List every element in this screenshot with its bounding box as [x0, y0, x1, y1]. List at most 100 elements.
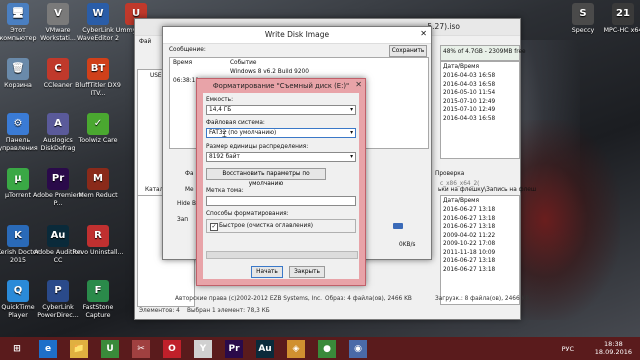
volume-input[interactable] [206, 196, 356, 206]
format-dialog[interactable]: Форматирование "Съемный диск (E:)" ✕ Емк… [196, 78, 366, 286]
desktop-icon[interactable]: ✓ Toolwiz Care [72, 113, 124, 145]
list-item-date[interactable]: 2016-04-03 16:58 [443, 82, 495, 88]
list-item-date[interactable]: 2016-06-27 13:18 [443, 216, 495, 222]
desktop-icon[interactable]: F FastStone Capture [72, 280, 124, 319]
capacity-text: 48% of 4.7GB - 2309MB free [443, 49, 526, 55]
desktop-icon[interactable]: R Revo Uninstall... [72, 225, 124, 257]
capacity-select[interactable]: 14,4 ГБ ▾ [206, 105, 356, 115]
list-item-date[interactable]: 2016-06-27 13:18 [443, 267, 495, 273]
taskbar-ie-icon[interactable]: e [39, 340, 57, 358]
desktop-icon[interactable]: M Mem Reduct [72, 168, 124, 200]
format-title: Форматирование "Съемный диск (E:)" [212, 82, 350, 90]
list-item-date[interactable]: 2016-06-27 13:18 [443, 207, 495, 213]
list-item-date[interactable]: 2016-06-27 13:18 [443, 258, 495, 264]
fs-value: FAT32 (по умолчанию) [209, 130, 277, 136]
wdi-titlebar[interactable]: Write Disk Image ✕ [163, 27, 431, 44]
me-label: Ме [185, 187, 194, 193]
list-item-date[interactable]: 2016-04-03 16:58 [443, 116, 495, 122]
clock[interactable]: 18:38 18.09.2016 [595, 340, 632, 356]
options-label: Способы форматирования: [206, 211, 289, 217]
iso-file-list[interactable]: Дата/Время 2016-04-03 16:58 2016-04-03 16… [440, 61, 520, 159]
list-item-date[interactable]: 2009-10-22 17:08 [443, 241, 495, 247]
chevron-down-icon: ▾ [350, 154, 353, 160]
desktop-icon[interactable]: 21 MPC-HC x64 [597, 3, 640, 35]
app-icon: Pr [47, 168, 69, 190]
chevron-down-icon: ▾ [350, 107, 353, 113]
local-path[interactable]: ьки на флешку\Запись на флеш [438, 187, 536, 193]
desktop-icon-label: Mem Reduct [78, 192, 118, 199]
quick-format-label[interactable]: Быстрое (очистка оглавления) [219, 223, 313, 229]
iso-list-header[interactable]: Дата/Время [443, 64, 479, 70]
tree-item-use[interactable]: USE [150, 73, 162, 79]
list-item-date[interactable]: 2015-07-10 12:49 [443, 107, 495, 113]
status-image: Образ: 4 файла(ов), 2466 KB [325, 296, 412, 302]
start-button[interactable]: Начать [251, 266, 283, 278]
col-time: Время [173, 60, 193, 66]
taskbar-tools-icon[interactable]: ✂ [132, 340, 150, 358]
speed-value: 0KB/s [399, 242, 416, 248]
list-item-date[interactable]: 2016-04-03 16:58 [443, 73, 495, 79]
local-list-header[interactable]: Дата/Время [443, 198, 479, 204]
fs-label: Файловая система: [206, 120, 265, 126]
app-icon: F [87, 280, 109, 302]
taskbar: ⊞ e 📁 U ✂ O Y Pr Au ◈ ● ◉ РУС 18:38 18.09.2016 [0, 337, 640, 360]
format-progress [206, 251, 358, 259]
taskbar-explorer-icon[interactable]: 📁 [70, 340, 88, 358]
app-icon: µ [7, 168, 29, 190]
format-body: Емкость: 14,4 ГБ ▾ Файловая система: FAT… [203, 93, 359, 279]
desktop-icon-label: Revo Uninstall... [72, 249, 124, 256]
format-titlebar[interactable]: Форматирование "Съемный диск (E:)" ✕ [197, 79, 365, 93]
local-file-list[interactable]: Дата/Время 2016-06-27 13:18 2016-06-27 13… [440, 195, 520, 305]
taskbar-yandex-icon[interactable]: Y [194, 340, 212, 358]
app-icon: Au [47, 225, 69, 247]
clock-time: 18:38 [604, 340, 623, 348]
cluster-select[interactable]: 8192 байт ▾ [206, 152, 356, 162]
taskbar-chrome-icon[interactable]: ● [318, 340, 336, 358]
taskbar-premiere-icon[interactable]: Pr [225, 340, 243, 358]
capacity-label: Емкость: [206, 97, 234, 103]
app-icon: A [47, 113, 69, 135]
capacity-value: 14,4 ГБ [209, 107, 232, 113]
taskbar-opera-icon[interactable]: O [163, 340, 181, 358]
drive-icon [393, 223, 403, 229]
close-button[interactable]: Закрыть [289, 266, 325, 278]
taskbar-media-icon[interactable]: ◈ [287, 340, 305, 358]
app-icon: V [47, 3, 69, 25]
cluster-value: 8192 байт [209, 154, 240, 160]
message-label: Сообщение: [169, 47, 206, 53]
app-icon: S [572, 3, 594, 25]
wdi-title: Write Disk Image [264, 30, 330, 39]
status-selected: Выбран 1 элемент: 78,3 КБ [187, 308, 270, 314]
format-close-icon[interactable]: ✕ [355, 80, 362, 89]
list-item-date[interactable]: 2011-11-18 10:09 [443, 250, 495, 256]
desktop-icon[interactable]: BT BluffTitler DX9 ITV... [72, 58, 124, 97]
explorer-menu[interactable]: Фай [139, 39, 151, 45]
restore-defaults-button[interactable]: Восстановить параметры по умолчанию [206, 168, 326, 187]
verify-label: Проверка [435, 171, 465, 177]
language-indicator[interactable]: РУС [562, 345, 574, 353]
quick-format-checkbox[interactable]: ✓ [210, 223, 218, 231]
desktop-icon-label: BluffTitler DX9 ITV... [75, 82, 121, 97]
app-icon: ✓ [87, 113, 109, 135]
taskbar-audition-icon[interactable]: Au [256, 340, 274, 358]
status-copyright: Авторские права (c)2002-2012 EZB Systems… [175, 296, 323, 302]
close-icon[interactable]: ✕ [420, 29, 427, 38]
save-button[interactable]: Сохранить [389, 45, 427, 57]
app-icon: W [87, 3, 109, 25]
taskbar-photo-icon[interactable]: ◉ [349, 340, 367, 358]
desktop-icon-label: MPC-HC x64 [603, 27, 640, 34]
taskbar-ultraiso-icon[interactable]: U [101, 340, 119, 358]
app-icon: ⚙ [7, 113, 29, 135]
app-icon: K [7, 225, 29, 247]
options-group: ✓ Быстрое (очистка оглавления) [206, 219, 356, 233]
capacity-bar: 48% of 4.7GB - 2309MB free [440, 45, 526, 61]
list-item-date[interactable]: 2009-04-02 11:22 [443, 233, 495, 239]
fs-select[interactable]: FAT32 (по умолчанию) ▾ [206, 128, 356, 138]
list-item-date[interactable]: 2015-07-10 12:49 [443, 99, 495, 105]
app-icon: 🗑 [7, 58, 29, 80]
list-item-date[interactable]: 2016-05-10 11:54 [443, 90, 495, 96]
app-icon: BT [87, 58, 109, 80]
app-icon: 21 [612, 3, 634, 25]
taskbar-start-icon[interactable]: ⊞ [8, 340, 26, 358]
list-item-date[interactable]: 2016-06-27 13:18 [443, 224, 495, 230]
